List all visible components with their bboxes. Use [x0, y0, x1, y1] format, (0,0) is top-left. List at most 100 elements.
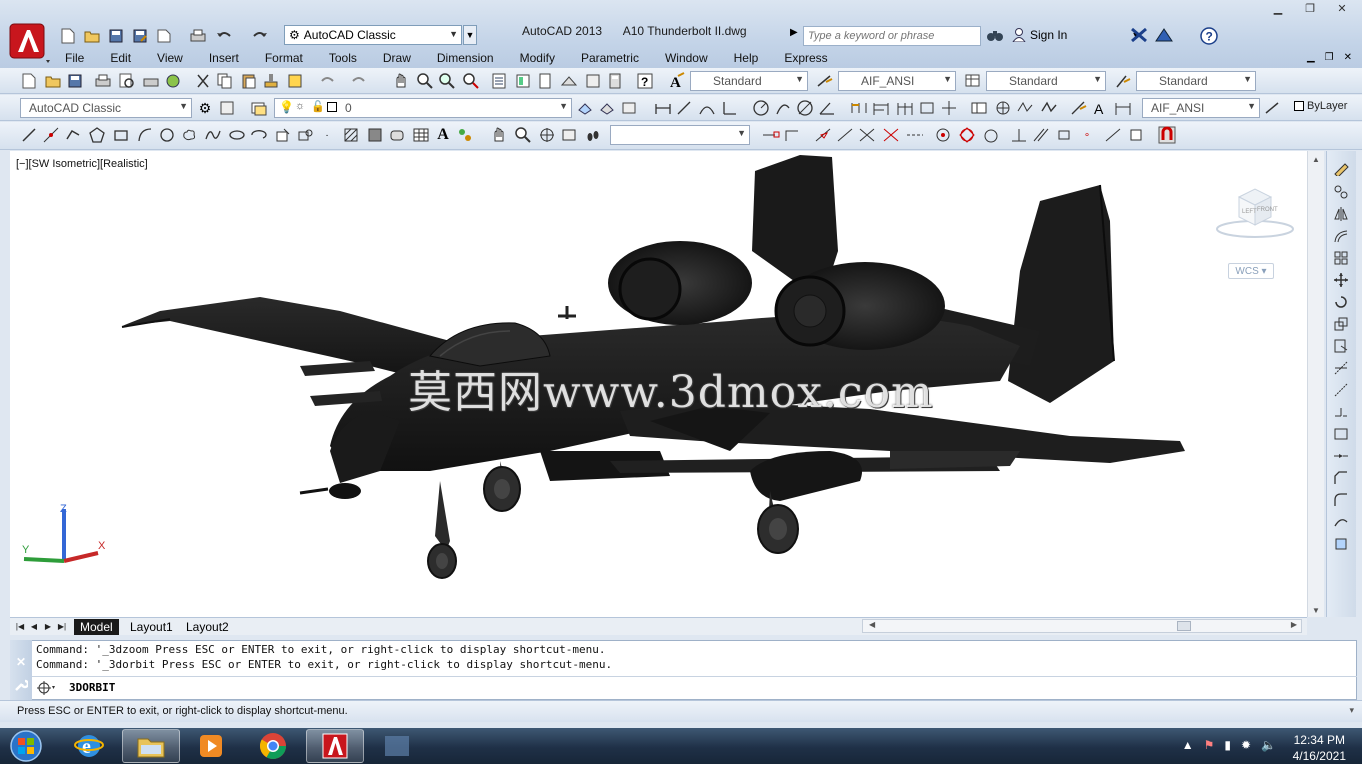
workspace-toolbar-dropdown[interactable]: AutoCAD Classic ▼ — [20, 98, 192, 118]
continue-dimension-icon[interactable] — [896, 99, 914, 117]
jogged-linear-icon[interactable] — [1040, 99, 1058, 117]
ellipse-icon[interactable] — [228, 126, 246, 144]
menu-express[interactable]: Express — [771, 50, 840, 68]
plot-icon[interactable] — [94, 72, 112, 90]
tab-layout2[interactable]: Layout2 — [180, 619, 235, 635]
publish-icon[interactable] — [154, 27, 174, 45]
search-expand-icon[interactable]: ▶ — [790, 27, 798, 38]
dimension-style-icon[interactable] — [816, 72, 834, 90]
make-current-layer-icon[interactable] — [576, 99, 594, 117]
file-explorer-taskbar-button[interactable] — [122, 729, 180, 763]
prev-tab-button[interactable]: ◀ — [28, 620, 40, 633]
save-icon[interactable] — [66, 72, 84, 90]
save-icon[interactable] — [106, 27, 126, 45]
copy-icon[interactable] — [216, 72, 234, 90]
application-menu-button[interactable] — [8, 20, 52, 64]
undo-icon[interactable] — [214, 27, 234, 45]
ellipse-arc-icon[interactable] — [250, 126, 268, 144]
vertical-scrollbar[interactable]: ▲ ▼ — [1307, 151, 1324, 617]
properties-icon[interactable] — [490, 72, 508, 90]
circle-icon[interactable] — [158, 126, 176, 144]
layer-previous-icon[interactable] — [598, 99, 616, 117]
3d-dwf-icon[interactable] — [164, 72, 182, 90]
cut-icon[interactable] — [194, 72, 212, 90]
linear-dimension-icon[interactable] — [654, 99, 672, 117]
help-icon[interactable]: ? — [1200, 27, 1218, 48]
chrome-taskbar-button[interactable] — [244, 729, 302, 763]
stretch-icon[interactable] — [1332, 337, 1350, 355]
named-views-icon[interactable] — [560, 126, 578, 144]
baseline-dimension-icon[interactable] — [872, 99, 890, 117]
qnew-icon[interactable] — [20, 72, 38, 90]
viewcube-left-face[interactable]: LEFT — [1242, 209, 1257, 215]
block-editor-icon[interactable] — [286, 72, 304, 90]
array-icon[interactable] — [1332, 249, 1350, 267]
next-tab-button[interactable]: ▶ — [42, 620, 54, 633]
command-window-grip[interactable]: ✕ — [10, 640, 32, 700]
spline-icon[interactable] — [204, 126, 222, 144]
autocad-taskbar-button[interactable] — [306, 729, 364, 763]
first-tab-button[interactable]: |◀ — [14, 620, 26, 633]
quick-dimension-icon[interactable] — [850, 99, 868, 117]
table-style-dropdown[interactable]: Standard ▼ — [986, 71, 1106, 91]
aligned-dimension-icon[interactable] — [676, 99, 694, 117]
ordinate-dimension-icon[interactable] — [720, 99, 738, 117]
menu-format[interactable]: Format — [252, 50, 316, 68]
horizontal-scrollbar[interactable]: ◀ ▶ — [862, 619, 1302, 633]
undo-icon[interactable] — [318, 72, 336, 90]
point-icon[interactable]: · — [318, 126, 336, 144]
snap-midpoint-icon[interactable] — [814, 126, 832, 144]
text-style-icon[interactable]: A — [668, 72, 686, 90]
zoom-window-icon[interactable] — [438, 72, 456, 90]
power-icon[interactable]: ▮ — [1224, 738, 1231, 752]
snap-extension-icon[interactable] — [882, 126, 900, 144]
snap-quadrant-icon[interactable] — [958, 126, 976, 144]
magnet-icon[interactable] — [1158, 126, 1176, 144]
internet-explorer-taskbar-button[interactable]: e — [60, 729, 118, 763]
menu-insert[interactable]: Insert — [196, 50, 252, 68]
sheet-set-icon[interactable] — [560, 72, 578, 90]
media-player-taskbar-button[interactable] — [182, 729, 240, 763]
layer-properties-icon[interactable] — [250, 99, 268, 117]
new-icon[interactable] — [58, 27, 78, 45]
blend-curves-icon[interactable] — [1332, 513, 1350, 531]
multileader-style-icon[interactable] — [1114, 72, 1132, 90]
multileader-style-dropdown[interactable]: Standard ▼ — [1136, 71, 1256, 91]
redo-icon[interactable] — [250, 27, 270, 45]
action-center-icon[interactable]: ⚑ — [1204, 738, 1215, 752]
restore-window-button[interactable]: ❐ — [1294, 0, 1326, 16]
menu-file[interactable]: File — [52, 50, 97, 68]
snap-intersection-icon[interactable] — [836, 126, 854, 144]
menu-parametric[interactable]: Parametric — [568, 50, 652, 68]
color-control[interactable]: ByLayer — [1294, 100, 1347, 112]
walk-icon[interactable] — [584, 126, 602, 144]
tab-model[interactable]: Model — [74, 619, 119, 635]
construction-line-icon[interactable] — [42, 126, 60, 144]
polyline-icon[interactable] — [64, 126, 82, 144]
close-window-button[interactable]: ✕ — [1326, 0, 1358, 16]
extend-icon[interactable] — [1332, 381, 1350, 399]
copy-object-icon[interactable] — [1332, 183, 1350, 201]
zoom-previous-icon[interactable] — [462, 72, 480, 90]
minimize-window-button[interactable]: ▁ — [1262, 0, 1294, 16]
hatch-icon[interactable] — [342, 126, 360, 144]
last-tab-button[interactable]: ▶| — [56, 620, 68, 633]
layer-dropdown[interactable]: 💡 ☼ 🔓 0 ▼ — [274, 98, 572, 118]
redo-icon[interactable] — [350, 72, 368, 90]
arc-length-icon[interactable] — [698, 99, 716, 117]
dimension-text-edit-icon[interactable]: A — [1092, 99, 1110, 117]
sign-in-button[interactable]: Sign In ▼ — [1012, 28, 1140, 42]
layer-state-icon[interactable] — [620, 99, 638, 117]
line-icon[interactable] — [20, 126, 38, 144]
polygon-icon[interactable] — [88, 126, 106, 144]
match-properties-icon[interactable] — [262, 72, 280, 90]
snap-none-icon[interactable] — [1104, 126, 1122, 144]
doc-minimize-button[interactable]: ▁ — [1307, 52, 1315, 63]
dimension-break-icon[interactable] — [940, 99, 958, 117]
show-hidden-icons-icon[interactable]: ▲ — [1182, 738, 1194, 752]
menu-help[interactable]: Help — [721, 50, 772, 68]
snap-parallel-icon[interactable] — [1032, 126, 1050, 144]
save-as-icon[interactable] — [130, 27, 150, 45]
search-input[interactable] — [803, 26, 981, 46]
communication-center-icon[interactable] — [1154, 27, 1174, 46]
